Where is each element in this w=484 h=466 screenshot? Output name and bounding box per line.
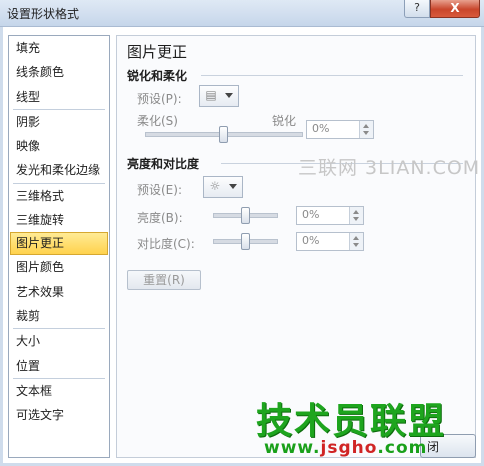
brightness-preset-label: 预设(E): [137, 183, 182, 197]
reset-button[interactable]: 重置(R) [127, 270, 201, 290]
category-item-glow-soft-edges[interactable]: 发光和柔化边缘 [9, 158, 109, 182]
category-item-size[interactable]: 大小 [9, 329, 109, 353]
brightness-section-title: 亮度和对比度 [127, 157, 200, 171]
category-item-position[interactable]: 位置 [9, 354, 109, 378]
category-item-line-color[interactable]: 线条颜色 [9, 60, 109, 84]
spin-up-icon[interactable] [353, 236, 359, 240]
spin-down-icon[interactable] [353, 243, 359, 247]
sharpen-section-title: 锐化和柔化 [127, 69, 188, 83]
spin-down-icon[interactable] [353, 217, 359, 221]
spin-up-icon[interactable] [363, 124, 369, 128]
spinner-buttons[interactable] [349, 233, 363, 250]
watermark-brand: 技术员联盟 [256, 401, 447, 442]
sharpen-label: 锐化 [272, 114, 297, 128]
sharpen-percent-value: 0% [312, 122, 330, 135]
spin-up-icon[interactable] [353, 210, 359, 214]
brightness-label: 亮度(B): [137, 211, 183, 225]
category-item-3d-rotation[interactable]: 三维旋转 [9, 208, 109, 232]
brightness-percent-value: 0% [302, 208, 320, 221]
watermark-url-prefix: www. [264, 438, 321, 458]
category-item-picture-corrections[interactable]: 图片更正 [10, 232, 108, 256]
category-item-shadow[interactable]: 阴影 [9, 110, 109, 134]
spin-down-icon[interactable] [363, 131, 369, 135]
category-item-fill[interactable]: 填充 [9, 36, 109, 60]
chevron-down-icon [225, 93, 233, 98]
soften-label: 柔化(S) [137, 114, 178, 128]
sharpen-percent-spinner[interactable]: 0% [306, 120, 374, 139]
brightness-slider-thumb[interactable] [240, 207, 250, 224]
category-list: 填充 线条颜色 线型 阴影 映像 发光和柔化边缘 三维格式 三维旋转 图片更正 … [8, 35, 110, 458]
contrast-percent-spinner[interactable]: 0% [296, 232, 364, 251]
category-item-3d-format[interactable]: 三维格式 [9, 184, 109, 208]
sharpen-preset-dropdown[interactable]: ▤ [199, 85, 239, 107]
contrast-label: 对比度(C): [137, 237, 195, 251]
close-button[interactable]: X [430, 0, 480, 18]
category-item-reflection[interactable]: 映像 [9, 134, 109, 158]
chevron-down-icon [229, 184, 237, 189]
category-item-picture-color[interactable]: 图片颜色 [9, 255, 109, 279]
sharpen-preset-label: 预设(P): [137, 92, 182, 106]
section-divider [201, 75, 463, 76]
panel-title: 图片更正 [127, 43, 188, 61]
category-item-line-style[interactable]: 线型 [9, 85, 109, 109]
help-button[interactable]: ? [404, 0, 430, 18]
category-item-alt-text[interactable]: 可选文字 [9, 403, 109, 427]
sharpen-preset-icon: ▤ [205, 88, 217, 102]
category-item-text-box[interactable]: 文本框 [9, 379, 109, 403]
watermark-3lian: 三联网 3LIAN.COM [298, 157, 481, 179]
sharpen-slider-thumb[interactable] [219, 126, 228, 143]
watermark-url-suffix: .com [377, 438, 428, 458]
contrast-percent-value: 0% [302, 234, 320, 247]
category-item-artistic-effects[interactable]: 艺术效果 [9, 280, 109, 304]
contrast-slider-thumb[interactable] [240, 233, 250, 250]
dialog-titlebar: 设置形状格式 ? X [0, 0, 484, 27]
brightness-preset-icon: ☼ [209, 179, 221, 193]
category-item-crop[interactable]: 裁剪 [9, 304, 109, 328]
brightness-preset-dropdown[interactable]: ☼ [203, 176, 243, 198]
brightness-percent-spinner[interactable]: 0% [296, 206, 364, 225]
spinner-buttons[interactable] [359, 121, 373, 138]
dialog-title: 设置形状格式 [7, 7, 80, 21]
watermark-url: www.jsgho.com [264, 438, 427, 458]
spinner-buttons[interactable] [349, 207, 363, 224]
watermark-url-mid: jsgho [320, 438, 378, 458]
